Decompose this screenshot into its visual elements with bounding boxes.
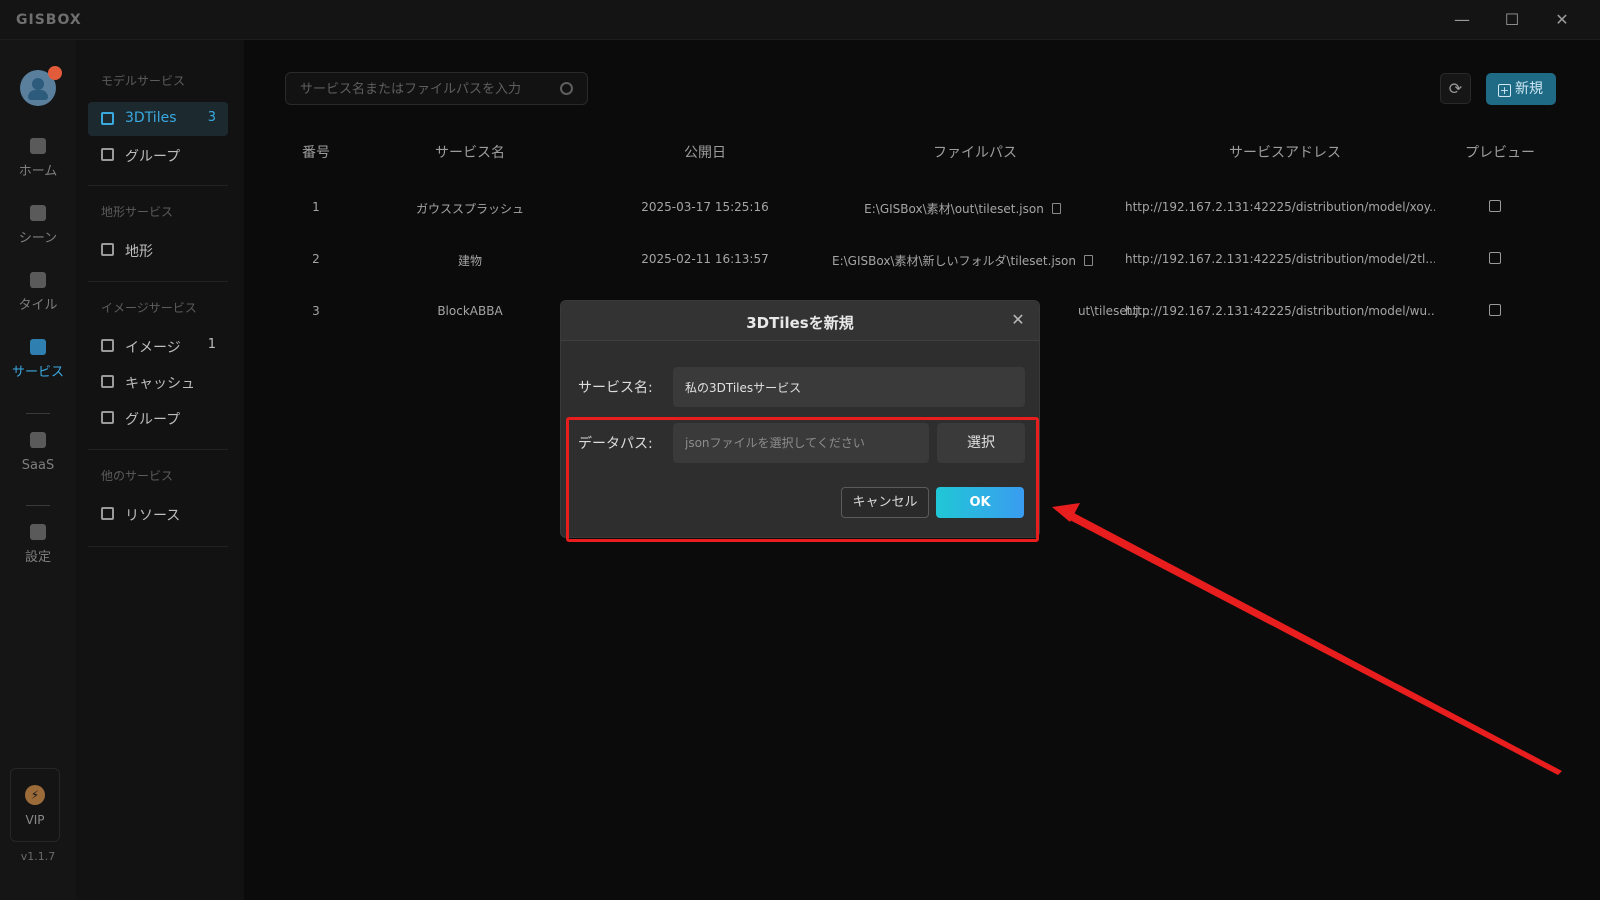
arrow-shaft bbox=[1066, 512, 1562, 775]
annotation-arrow bbox=[1052, 503, 1562, 775]
